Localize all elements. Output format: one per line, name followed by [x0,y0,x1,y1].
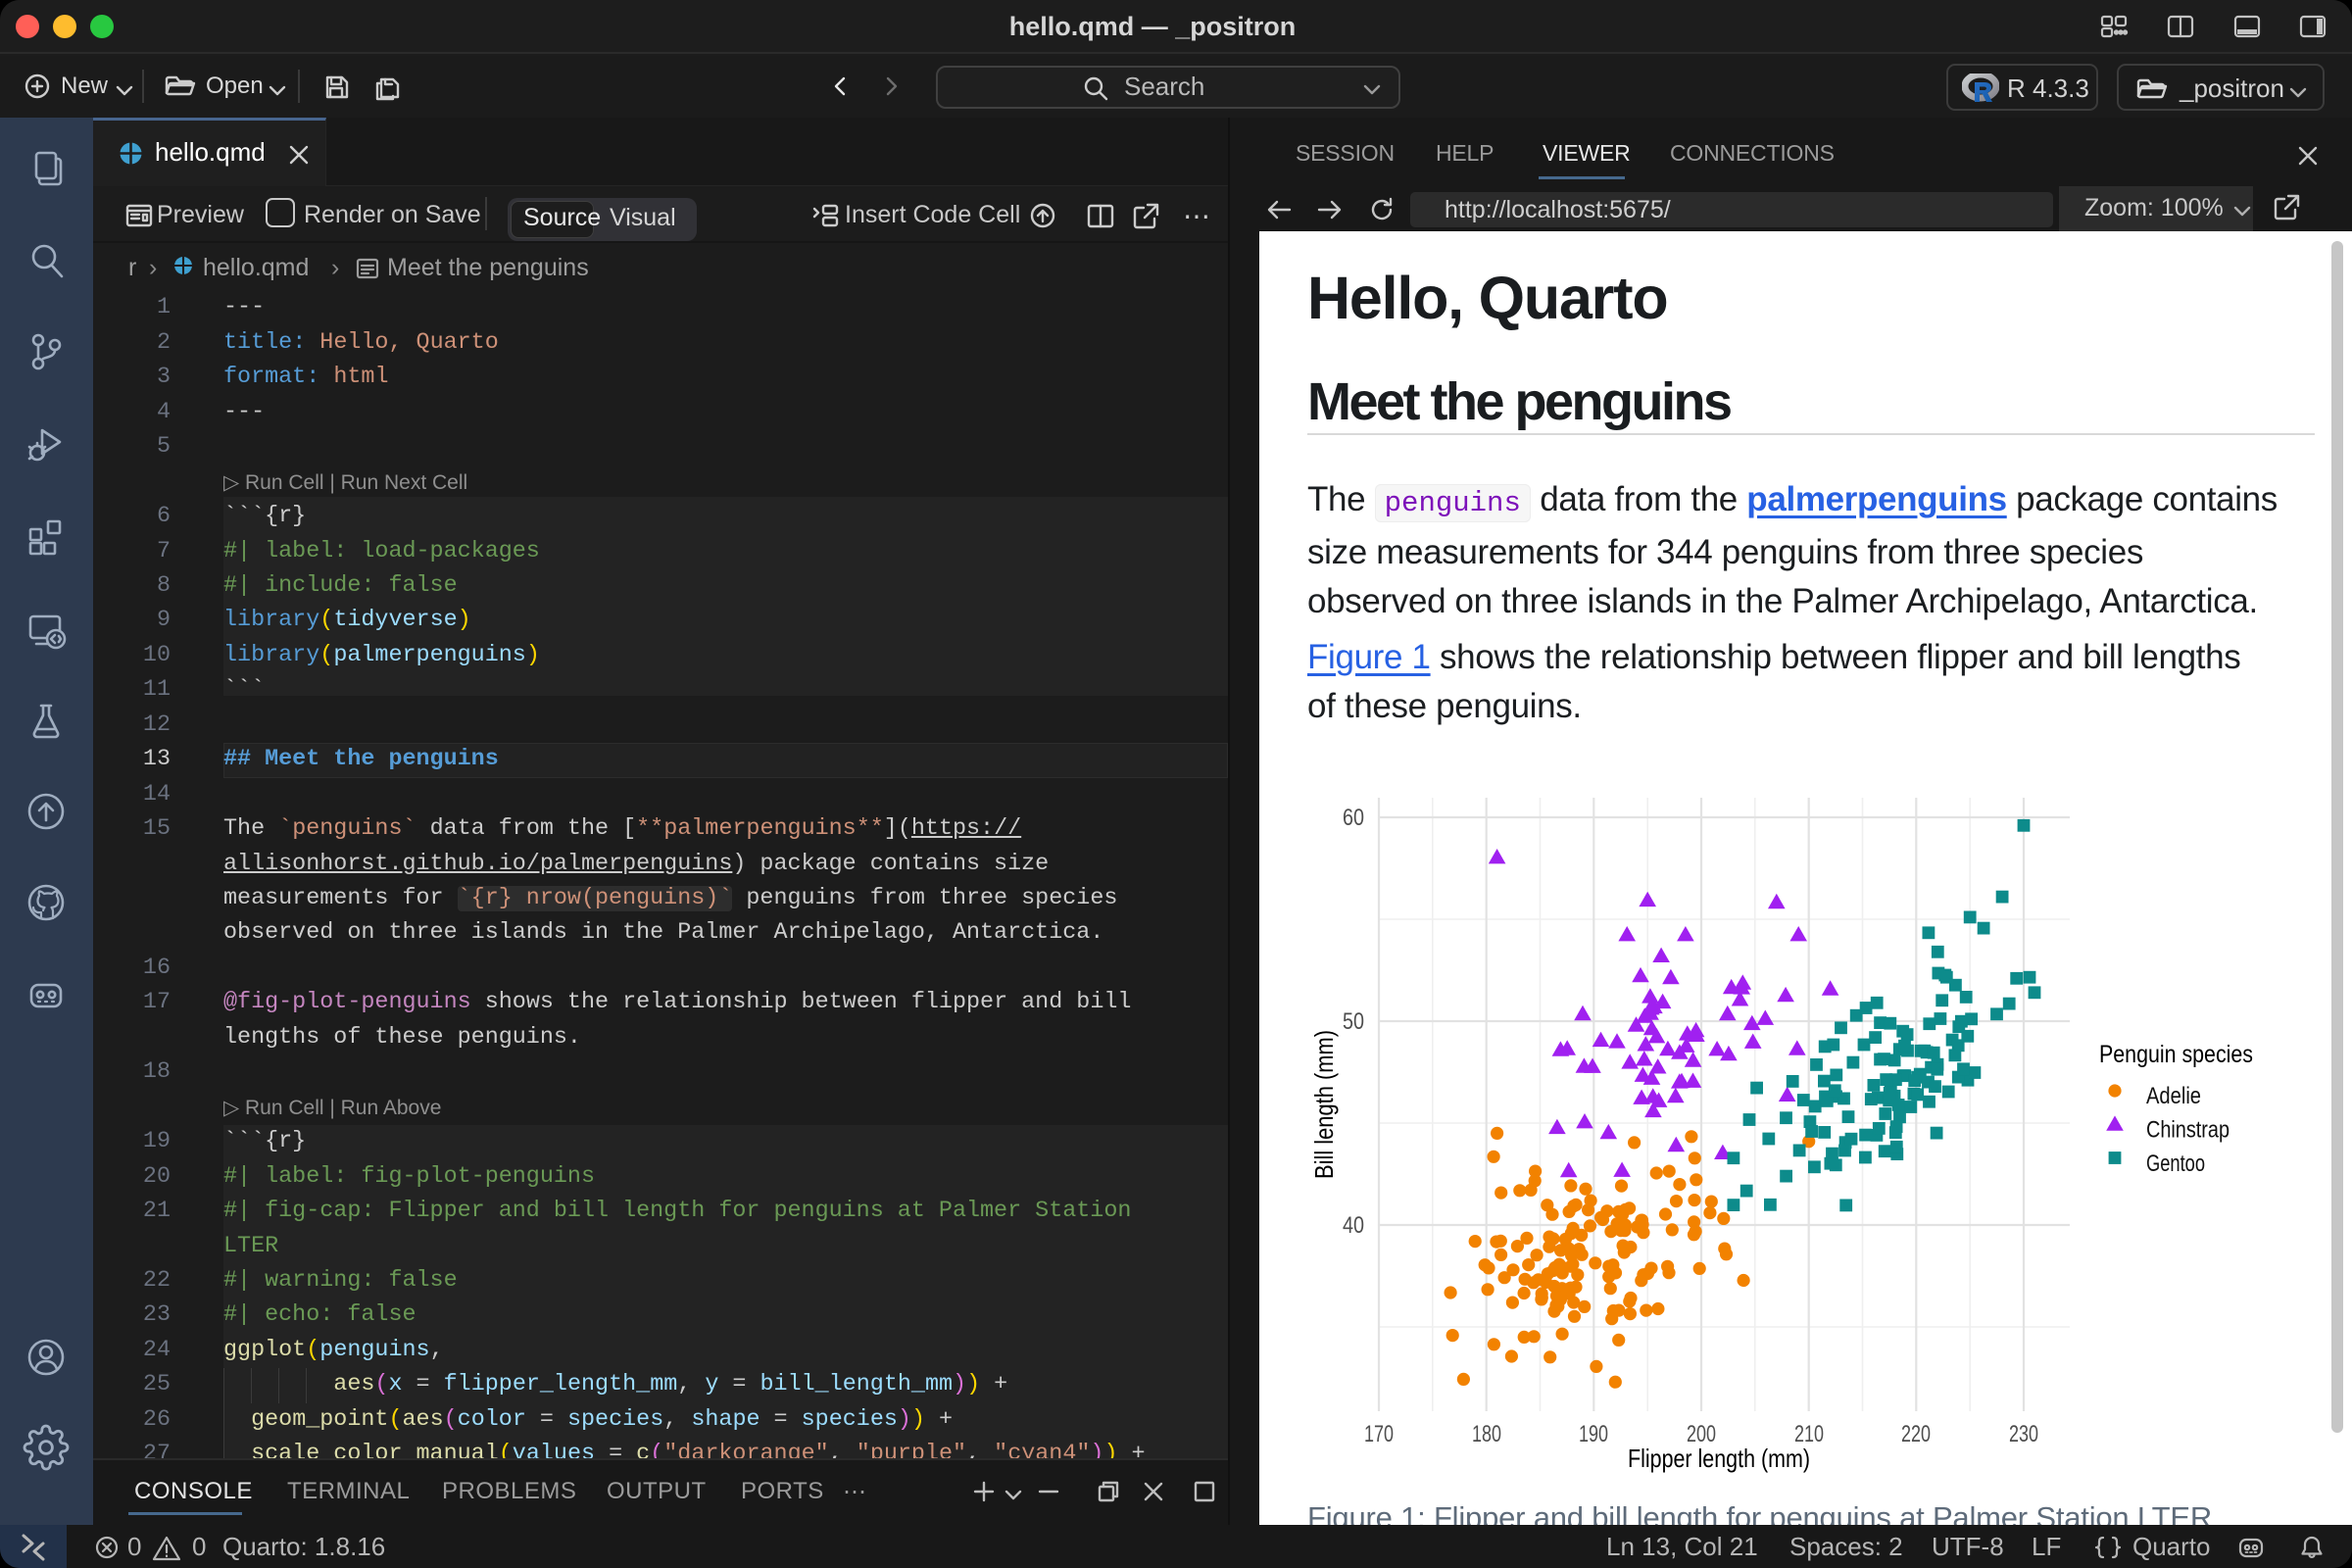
svg-text:Flipper length (mm): Flipper length (mm) [1628,1444,1810,1473]
svg-text:Gentoo: Gentoo [2146,1151,2205,1177]
svg-text:170: 170 [1364,1421,1394,1447]
svg-text:Adelie: Adelie [2146,1083,2201,1109]
svg-text:230: 230 [2009,1421,2038,1447]
svg-text:180: 180 [1472,1421,1501,1447]
svg-text:60: 60 [1343,805,1364,831]
svg-text:Chinstrap: Chinstrap [2146,1117,2230,1144]
svg-text:Bill length (mm): Bill length (mm) [1309,1030,1339,1179]
svg-text:40: 40 [1343,1212,1364,1239]
svg-text:50: 50 [1343,1008,1364,1035]
svg-text:Penguin species: Penguin species [2099,1041,2253,1068]
svg-text:190: 190 [1579,1421,1608,1447]
svg-text:220: 220 [1901,1421,1931,1447]
